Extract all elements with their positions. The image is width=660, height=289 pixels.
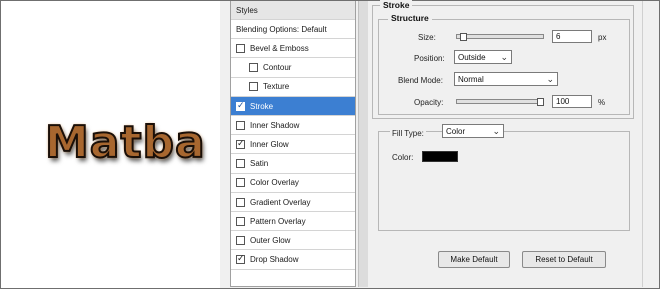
size-unit: px [598,33,607,42]
position-label: Position: [414,54,445,63]
style-item-label: Texture [263,82,290,92]
style-item-label: Gradient Overlay [250,197,311,207]
blend-mode-dropdown[interactable]: Normal ⌄ [454,72,558,86]
stroke-settings: Stroke Structure Size: 6 px Position: Ou… [370,0,640,287]
style-checkbox[interactable] [236,235,245,245]
style-checkbox[interactable] [236,43,245,53]
color-label: Color: [392,153,414,162]
blend-mode-label: Blend Mode: [398,76,443,85]
make-default-button[interactable]: Make Default [438,251,510,268]
style-item-blending-options-default[interactable]: Blending Options: Default [231,20,355,40]
style-item-satin[interactable]: Satin [231,155,355,174]
position-dropdown[interactable]: Outside ⌄ [454,50,512,64]
fill-group [378,131,630,231]
style-item-gradient-overlay[interactable]: Gradient Overlay [231,193,355,212]
style-item-inner-shadow[interactable]: Inner Shadow [231,116,355,136]
opacity-slider-thumb[interactable] [537,98,544,106]
size-input[interactable]: 6 [552,30,592,43]
style-item-color-overlay[interactable]: Color Overlay [231,174,355,193]
style-checkbox[interactable] [236,253,245,265]
size-slider[interactable] [456,34,544,39]
stroke-group-title: Stroke [380,0,413,10]
style-checkbox[interactable] [236,138,245,149]
style-item-bevel-emboss[interactable]: Bevel & Emboss [231,39,355,59]
style-checkbox[interactable] [236,216,245,226]
style-item-label: Bevel & Emboss [250,43,309,53]
reset-default-button[interactable]: Reset to Default [522,251,606,268]
chevron-down-icon: ⌄ [492,126,500,136]
style-checkbox[interactable] [249,82,258,92]
style-item-label: Inner Shadow [250,120,300,130]
style-item-label: Blending Options: Default [236,24,327,34]
style-checkbox[interactable] [249,63,258,73]
preview-text: Matba [44,116,206,169]
styles-header[interactable]: Styles [231,1,355,20]
style-item-drop-shadow[interactable]: Drop Shadow [231,251,355,270]
style-item-label: Satin [250,159,269,169]
stroke-color-swatch[interactable] [422,151,458,162]
style-checkbox[interactable] [236,159,245,169]
style-item-stroke[interactable]: Stroke [231,97,355,116]
size-slider-thumb[interactable] [460,33,468,41]
position-value: Outside [458,53,486,62]
style-item-label: Color Overlay [250,178,299,188]
style-checkbox[interactable] [236,120,245,130]
chevron-down-icon: ⌄ [500,52,508,62]
fill-type-dropdown[interactable]: Color ⌄ [442,124,504,138]
opacity-unit: % [598,98,606,107]
style-item-label: Contour [263,63,292,73]
style-checkbox[interactable] [236,197,245,207]
style-checkbox[interactable] [236,100,245,111]
structure-group-title: Structure [388,13,432,23]
style-item-inner-glow[interactable]: Inner Glow [231,135,355,155]
blend-mode-value: Normal [458,75,484,84]
opacity-label: Opacity: [414,98,444,107]
style-item-pattern-overlay[interactable]: Pattern Overlay [231,212,355,232]
style-checkbox[interactable] [236,178,245,188]
style-item-label: Pattern Overlay [250,216,306,226]
opacity-input[interactable]: 100 [552,95,592,108]
canvas-area: Matba [1,1,220,287]
opacity-slider[interactable] [456,99,544,104]
styles-panel: Styles Blending Options: Default Bevel & E… [230,1,356,287]
chevron-down-icon: ⌄ [546,74,554,84]
style-item-contour[interactable]: Contour [231,59,355,78]
style-item-label: Stroke [250,101,274,111]
style-item-label: Inner Glow [250,139,289,149]
style-item-outer-glow[interactable]: Outer Glow [231,231,355,251]
style-item-label: Outer Glow [250,235,291,245]
fill-type-value: Color [446,127,466,136]
panel-divider [358,1,368,287]
style-item-label: Drop Shadow [250,255,299,265]
layer-style-dialog: Styles Blending Options: Default Bevel & E… [220,0,659,288]
style-item-texture[interactable]: Texture [231,78,355,97]
fill-type-label: Fill Type: [390,129,426,138]
size-label: Size: [418,33,436,42]
dialog-right-strip [642,1,659,287]
